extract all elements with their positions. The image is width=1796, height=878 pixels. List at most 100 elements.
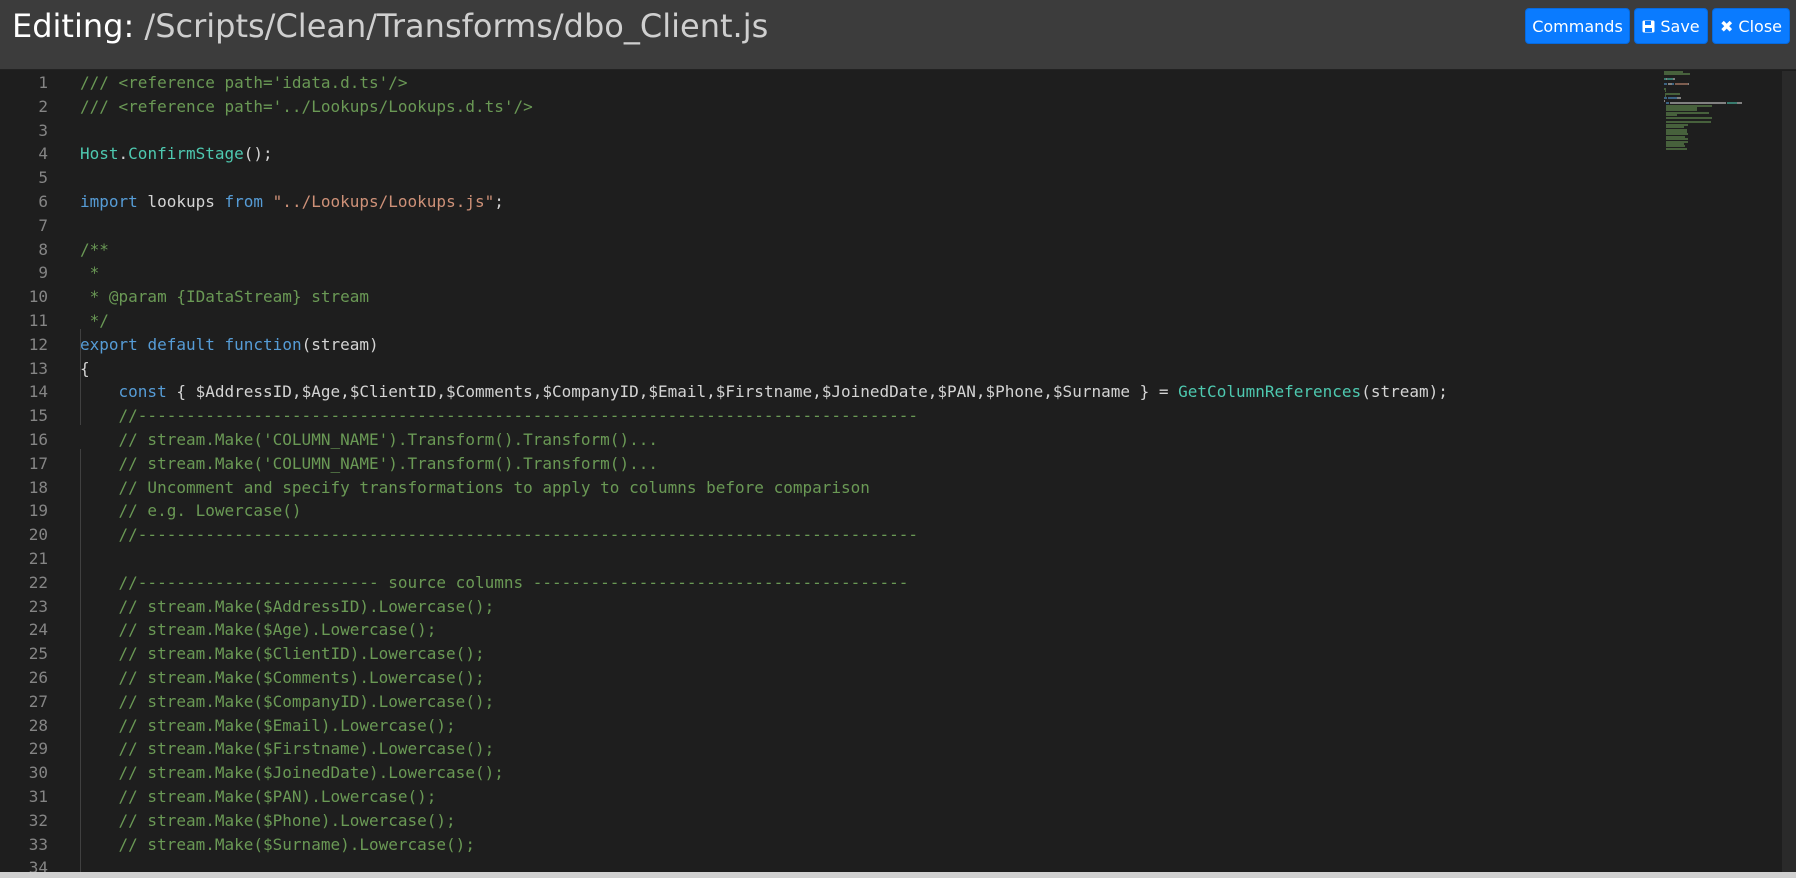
code-line[interactable]: 29 // stream.Make($Firstname).Lowercase(…: [0, 737, 1660, 761]
line-number: 9: [38, 263, 48, 283]
code-token: //--------------------------------------…: [118, 525, 919, 545]
code-token: // stream.Make($Surname).Lowercase();: [118, 834, 475, 854]
code-text: // stream.Make('COLUMN_NAME').Transform(…: [80, 452, 658, 476]
x-close-icon: ✖: [1720, 17, 1734, 36]
code-line[interactable]: 30 // stream.Make($JoinedDate).Lowercase…: [0, 761, 1660, 785]
code-token: GetColumnReferences: [1178, 382, 1362, 402]
code-line[interactable]: 17 // stream.Make('COLUMN_NAME').Transfo…: [0, 452, 1660, 476]
code-text: /**: [80, 238, 109, 262]
code-line[interactable]: 6 import lookups from "../Lookups/Lookups…: [0, 190, 1660, 214]
commands-button[interactable]: Commands: [1525, 8, 1630, 44]
code-token: from: [224, 192, 264, 211]
code-text: // Uncomment and specify transformations…: [80, 476, 870, 500]
code-token: export: [80, 334, 138, 354]
minimap-line: [1737, 102, 1743, 105]
line-number: 23: [28, 596, 48, 616]
code-token: // Uncomment and specify transformations…: [118, 477, 870, 497]
code-line[interactable]: 25 // stream.Make($ClientID).Lowercase()…: [0, 642, 1660, 666]
code-text: *: [80, 261, 100, 285]
code-line[interactable]: 12 export default function(stream): [0, 333, 1660, 357]
line-number: 3: [38, 120, 48, 140]
code-editor[interactable]: 1 /// <reference path='idata.d.ts'/> 2 /// …: [0, 71, 1796, 872]
minimap-line: [1666, 78, 1674, 81]
code-line[interactable]: 9 *: [0, 261, 1660, 285]
code-line[interactable]: 1 /// <reference path='idata.d.ts'/>: [0, 71, 1660, 95]
code-text: Host.ConfirmStage();: [80, 142, 273, 166]
line-number: 13: [28, 358, 48, 378]
code-text: {: [80, 357, 90, 381]
code-token: //--------------------------------------…: [118, 406, 919, 426]
code-line[interactable]: 4 Host.ConfirmStage();: [0, 142, 1660, 166]
code-token: function: [224, 334, 302, 354]
code-line[interactable]: 26 // stream.Make($Comments).Lowercase()…: [0, 666, 1660, 690]
line-number: 18: [28, 477, 48, 497]
code-token: import: [80, 192, 138, 211]
line-number: 29: [28, 739, 48, 759]
line-number: 6: [38, 192, 48, 211]
code-line[interactable]: 14 const { $AddressID,$Age,$ClientID,$Co…: [0, 380, 1660, 404]
code-line[interactable]: 16 // stream.Make('COLUMN_NAME').Transfo…: [0, 428, 1660, 452]
code-token: (stream);: [1361, 382, 1448, 402]
line-number: 31: [28, 787, 48, 806]
code-text: // stream.Make($Firstname).Lowercase();: [80, 737, 495, 761]
minimap-line: [1667, 97, 1672, 100]
close-button[interactable]: ✖ Close: [1712, 8, 1790, 44]
title-prefix: Editing:: [12, 7, 135, 45]
code-line[interactable]: 3: [0, 119, 1660, 143]
line-number: 11: [28, 311, 48, 330]
minimap[interactable]: [1664, 71, 1796, 872]
editor-scrollbar[interactable]: [1782, 71, 1796, 872]
code-line[interactable]: 5: [0, 166, 1660, 190]
line-number: 15: [28, 406, 48, 426]
code-line[interactable]: 28 // stream.Make($Email).Lowercase();: [0, 714, 1660, 738]
code-line[interactable]: 27 // stream.Make($CompanyID).Lowercase(…: [0, 690, 1660, 714]
code-line[interactable]: 23 // stream.Make($AddressID).Lowercase(…: [0, 595, 1660, 619]
floppy-disk-icon: [1642, 9, 1655, 45]
code-line[interactable]: 18 // Uncomment and specify transformati…: [0, 476, 1660, 500]
code-line[interactable]: 32 // stream.Make($Phone).Lowercase();: [0, 809, 1660, 833]
code-line[interactable]: 11 */: [0, 309, 1660, 333]
code-line[interactable]: 31 // stream.Make($PAN).Lowercase();: [0, 785, 1660, 809]
code-text: // stream.Make($AddressID).Lowercase();: [80, 595, 495, 619]
code-line[interactable]: 2 /// <reference path='../Lookups/Lookups…: [0, 95, 1660, 119]
code-text: import lookups from "../Lookups/Lookups.…: [80, 190, 504, 214]
horizontal-scrollbar[interactable]: [0, 872, 1796, 878]
code-token: // stream.Make('COLUMN_NAME').Transform(…: [118, 453, 658, 473]
code-line[interactable]: 10 * @param {IDataStream} stream: [0, 285, 1660, 309]
code-text: * @param {IDataStream} stream: [80, 285, 369, 309]
code-line[interactable]: 20 //-----------------------------------…: [0, 523, 1660, 547]
code-text: // e.g. Lowercase(): [80, 499, 302, 523]
save-button[interactable]: Save: [1634, 8, 1708, 44]
code-line[interactable]: 19 // e.g. Lowercase(): [0, 499, 1660, 523]
code-line[interactable]: 15 //-----------------------------------…: [0, 404, 1660, 428]
page-title: Editing: /Scripts/Clean/Transforms/dbo_C…: [12, 4, 768, 48]
code-line[interactable]: 13 {: [0, 357, 1660, 381]
code-token: /// <reference path='idata.d.ts'/>: [80, 73, 408, 92]
code-text: /// <reference path='../Lookups/Lookups.…: [80, 95, 533, 119]
line-number: 24: [28, 620, 48, 640]
code-token: // stream.Make($CompanyID).Lowercase();: [118, 691, 495, 711]
code-token: /**: [80, 239, 109, 259]
code-token: // stream.Make($AddressID).Lowercase();: [118, 596, 495, 616]
line-number: 22: [28, 572, 48, 592]
code-token: * @param {IDataStream} stream: [80, 287, 369, 307]
code-token: {: [80, 358, 90, 378]
line-number: 30: [28, 763, 48, 783]
code-line[interactable]: 8 /**: [0, 238, 1660, 262]
code-line[interactable]: 22 //------------------------- source co…: [0, 571, 1660, 595]
code-text: // stream.Make($CompanyID).Lowercase();: [80, 690, 495, 714]
code-line[interactable]: 24 // stream.Make($Age).Lowercase();: [0, 618, 1660, 642]
minimap-line: [1664, 99, 1665, 102]
code-token: lookups: [137, 192, 225, 211]
code-line[interactable]: 33 // stream.Make($Surname).Lowercase();: [0, 833, 1660, 857]
code-line[interactable]: 7: [0, 214, 1660, 238]
code-line[interactable]: 34: [0, 856, 1660, 872]
code-line[interactable]: 21: [0, 547, 1660, 571]
